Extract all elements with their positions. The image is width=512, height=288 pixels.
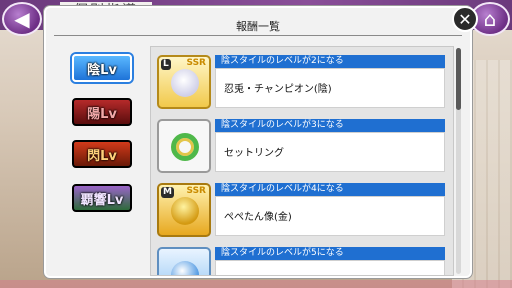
- reward-list[interactable]: L SSR 陰スタイルのレベルが2になる 忍兎・チャンピオン(陰) 陰スタイルの…: [150, 46, 454, 276]
- reward-name: 忍兎・チャンピオン(陰): [224, 84, 332, 95]
- reward-body: 忍兎・チャンピオン(陰): [215, 68, 445, 108]
- reward-item[interactable]: L SSR 陰スタイルのレベルが2になる 忍兎・チャンピオン(陰): [157, 55, 449, 109]
- level-badge-icon: M: [161, 187, 174, 198]
- reward-list-dialog: 報酬一覧 ✕ 陰Lv 陽Lv 閃Lv 覇響Lv L SSR 陰スタイルのレベルが…: [44, 6, 478, 278]
- close-button[interactable]: ✕: [452, 6, 478, 32]
- reward-item[interactable]: 陰スタイルのレベルが5になる: [157, 247, 449, 275]
- reward-thumbnail: M SSR: [157, 183, 211, 237]
- reward-condition: 陰スタイルのレベルが3になる: [215, 119, 445, 132]
- tab-hakyo-level[interactable]: 覇響Lv: [72, 184, 132, 212]
- blue-orb-icon: [171, 261, 199, 275]
- reward-condition: 陰スタイルのレベルが5になる: [215, 247, 445, 260]
- rarity-label: SSR: [186, 186, 207, 196]
- reward-condition: 陰スタイルのレベルが2になる: [215, 55, 445, 68]
- reward-item[interactable]: M SSR 陰スタイルのレベルが4になる ぺぺたん像(金): [157, 183, 449, 237]
- home-icon: ⌂: [483, 7, 497, 31]
- reward-body: [215, 260, 445, 275]
- gold-statue-icon: [171, 197, 199, 225]
- reward-thumbnail: [157, 119, 211, 173]
- scrollbar-thumb[interactable]: [456, 48, 461, 110]
- list-scrollbar[interactable]: [456, 48, 461, 274]
- tab-yo-level[interactable]: 陽Lv: [72, 98, 132, 126]
- reward-name: セットリング: [224, 148, 284, 159]
- reward-body: ぺぺたん像(金): [215, 196, 445, 236]
- reward-name: ぺぺたん像(金): [224, 212, 292, 223]
- rarity-label: SSR: [186, 58, 207, 68]
- title-divider: [54, 35, 462, 36]
- ring-icon: [171, 133, 199, 161]
- back-button[interactable]: ◀: [2, 2, 42, 36]
- tab-sen-level[interactable]: 閃Lv: [72, 140, 132, 168]
- back-arrow-icon: ◀: [14, 7, 30, 31]
- tab-in-level[interactable]: 陰Lv: [72, 54, 132, 82]
- dialog-title: 報酬一覧: [236, 20, 280, 33]
- reward-item[interactable]: 陰スタイルのレベルが3になる セットリング: [157, 119, 449, 173]
- reward-thumbnail: L SSR: [157, 55, 211, 109]
- close-icon: ✕: [458, 9, 472, 29]
- reward-thumbnail: [157, 247, 211, 275]
- bottom-decoration: [0, 280, 512, 288]
- level-badge-icon: L: [161, 59, 171, 70]
- reward-body: セットリング: [215, 132, 445, 172]
- rabbit-mascot-icon: [171, 69, 199, 97]
- reward-condition: 陰スタイルのレベルが4になる: [215, 183, 445, 196]
